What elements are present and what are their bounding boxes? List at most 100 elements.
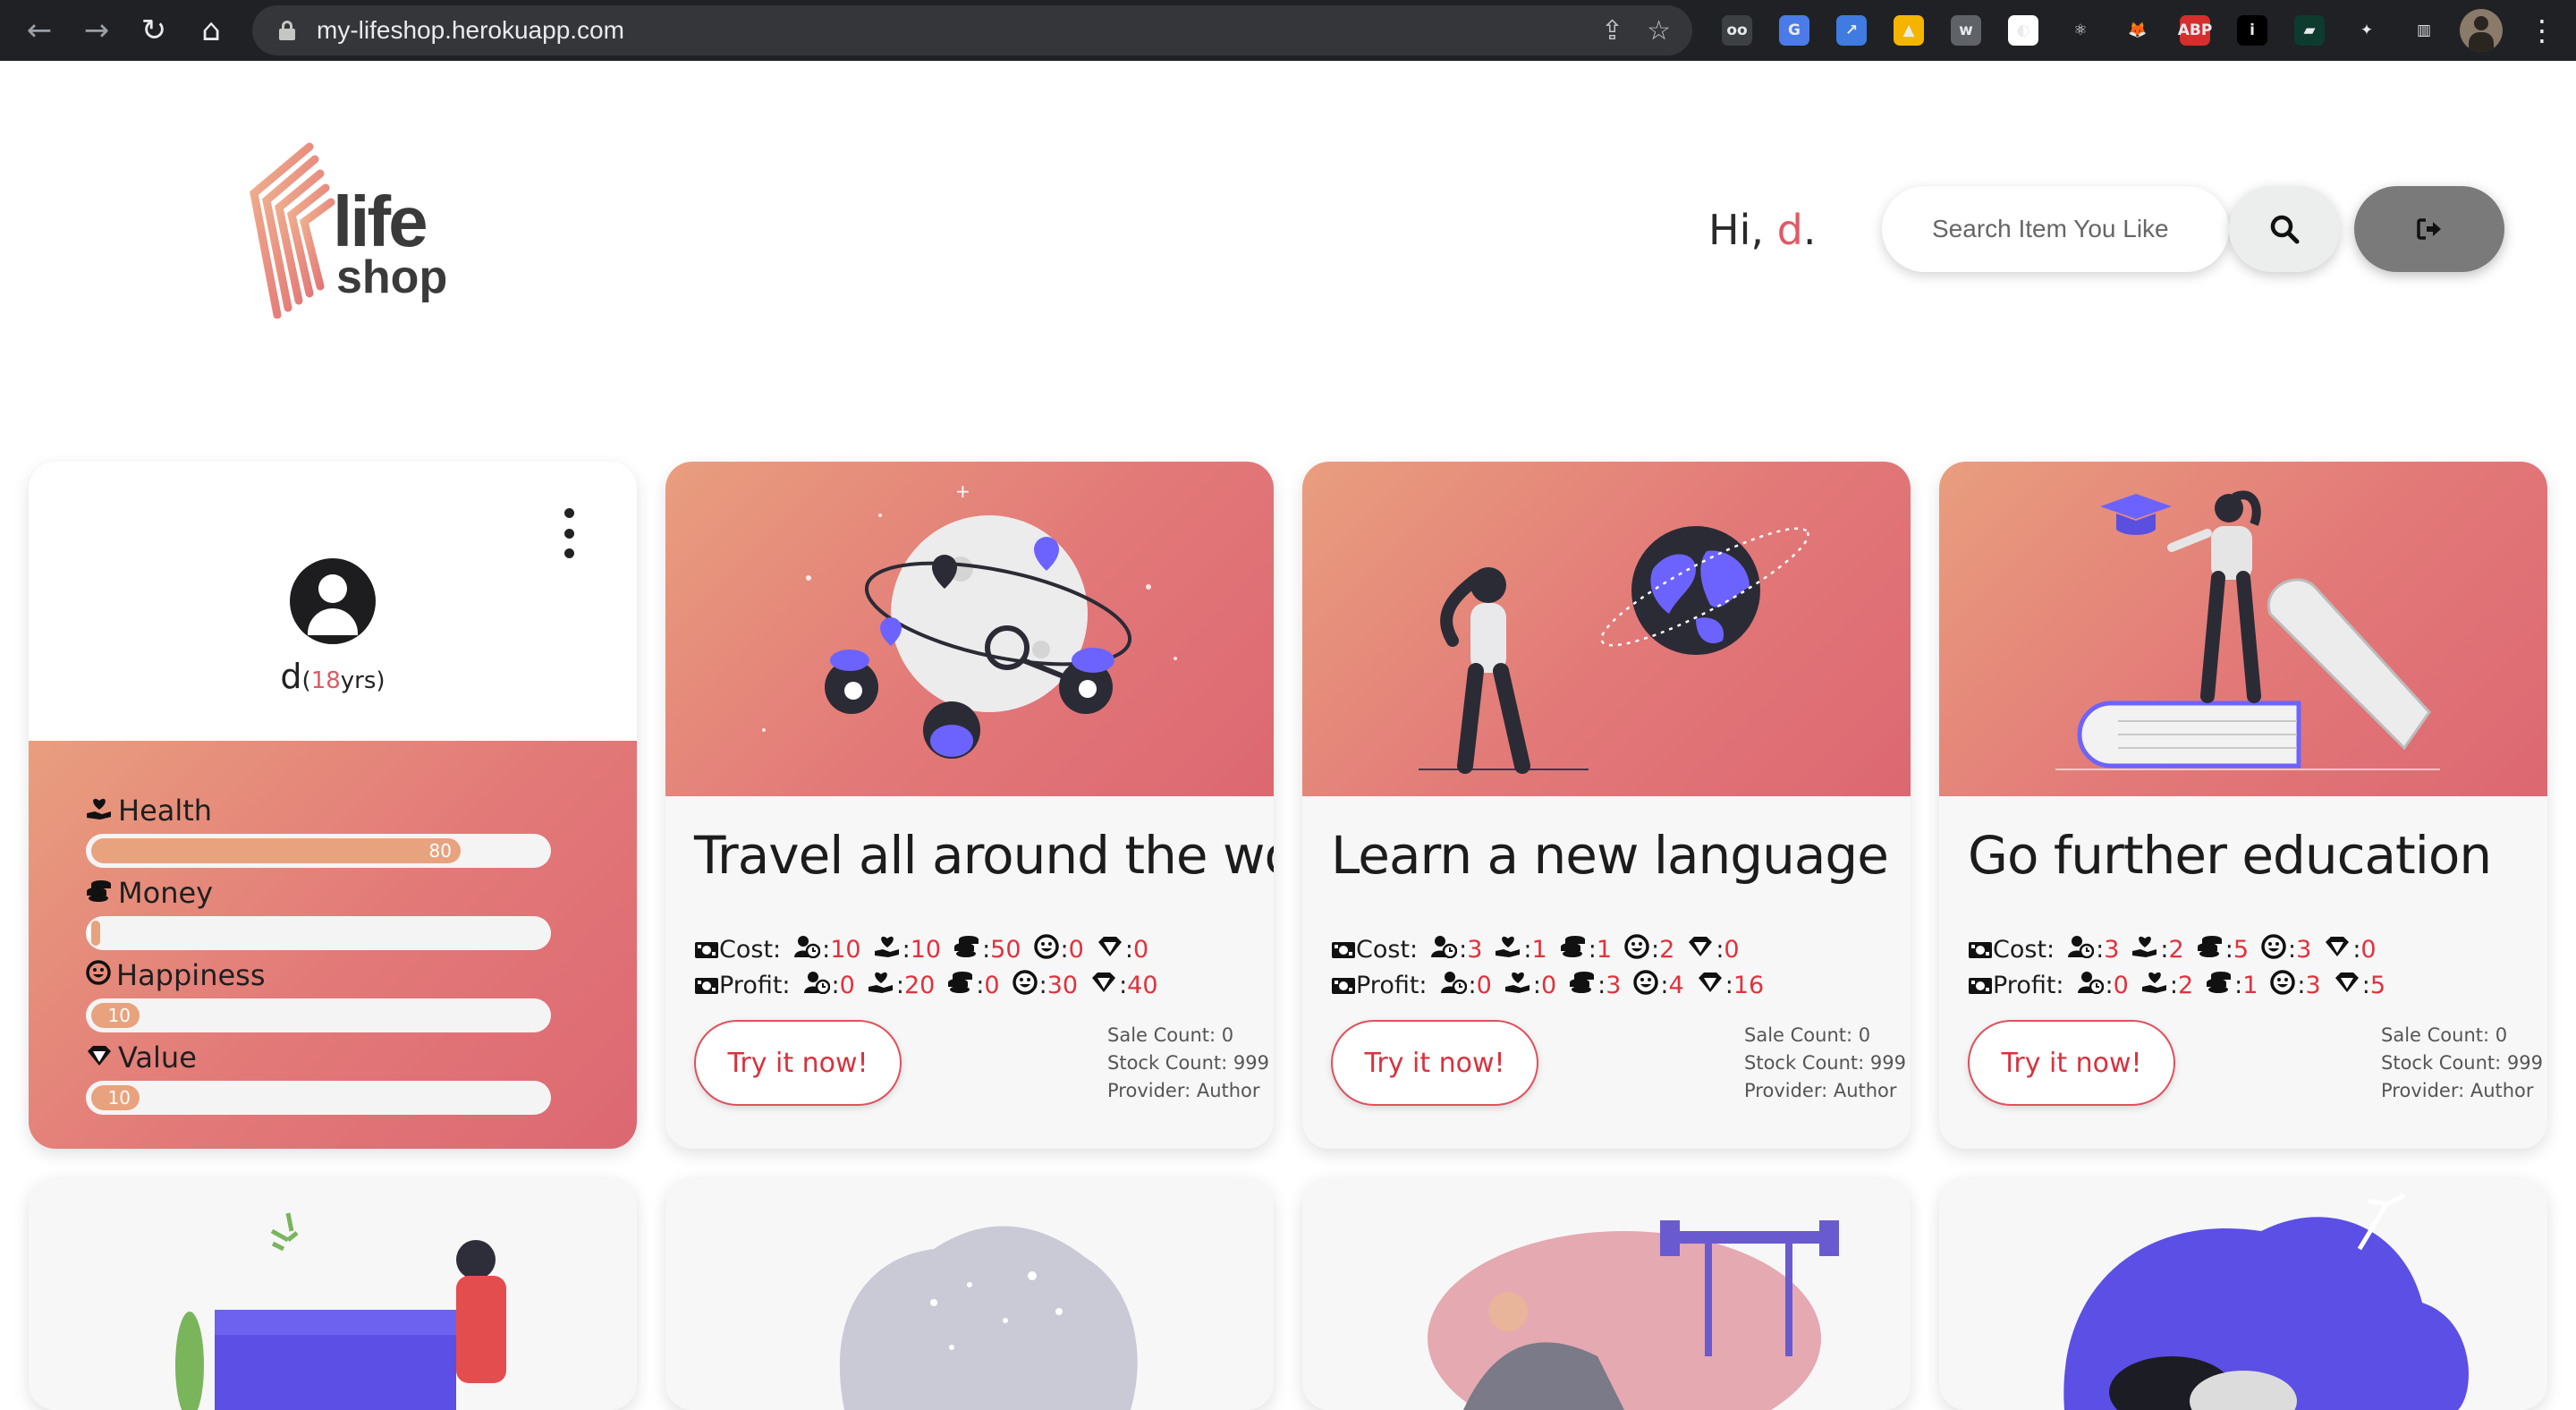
circle-ext-icon[interactable]: ◐ [2002,9,2045,52]
info-ext-icon-glyph: i [2237,15,2267,46]
stock-count: Stock Count: 999 [1107,1052,1269,1074]
adblock-ext-icon[interactable]: ABP [2174,9,2216,52]
time-icon [2067,935,2095,964]
share-icon[interactable]: ⇪ [1601,15,1623,47]
react-ext-icon[interactable]: ⚛ [2059,9,2102,52]
stat-group: :10 [793,935,861,964]
drive-ext-icon[interactable]: ▲ [1887,9,1930,52]
stat-group: :2 [2131,935,2184,964]
value-icon [86,1041,113,1074]
screen-ext-icon-glyph: ▰ [2294,15,2325,46]
item-card[interactable]: Go further education Cost::3:2:5:3:0 Profi… [1939,462,2547,1149]
drive-ext-icon-glyph: ▲ [1894,15,1924,46]
stock-count: Stock Count: 999 [1744,1052,1906,1074]
happiness-icon [1624,934,1649,965]
stat-group: :1 [2206,971,2258,1000]
time-icon [803,971,830,1000]
stat-colon: : [2169,972,2178,999]
translate-ext-icon[interactable]: G [1773,9,1816,52]
puzzle-ext-icon-glyph: ✦ [2351,15,2382,46]
stat-number: 4 [1668,972,1684,999]
stat-bar: 10 [86,1081,551,1115]
health-icon [86,794,113,828]
item-card-partial[interactable] [1939,1177,2547,1410]
item-card[interactable]: +Travel all around the worldCost::10:10:… [665,462,1274,1149]
stat-label: Value [86,1041,551,1074]
stat-group: :3 [1569,971,1621,1000]
try-it-now-button[interactable]: Try it now! [694,1020,902,1106]
stat-colon: : [2288,936,2297,964]
browser-menu-icon[interactable]: ⋮ [2524,9,2560,52]
provider: Provider: Author [1744,1080,1897,1101]
stat-number: 3 [1467,936,1483,964]
extensions-bar: oo G ↗ ▲ w ◐ ⚛ 🦊 ABP i ▰ ✦ ▥ [1716,9,2445,52]
health-icon [874,935,901,964]
search-button[interactable] [2229,186,2340,272]
incognito-ext-icon-glyph: oo [1722,15,1752,46]
stat-number: 0 [2360,936,2377,964]
profile-username: d [280,657,302,696]
health-icon [1504,971,1531,1000]
search-icon [2270,215,2300,244]
try-it-now-button[interactable]: Try it now! [1968,1020,2175,1106]
logo-word-life: life [333,182,428,261]
greeting: Hi, d. [1708,206,1816,254]
lock-icon[interactable] [279,21,295,40]
address-bar[interactable]: my-lifeshop.herokuapp.com ⇪ ☆ [252,5,1692,55]
stat-number: 1 [2242,972,2258,999]
incognito-ext-icon[interactable]: oo [1716,9,1758,52]
stat-colon: : [1468,972,1477,999]
cost-line: Cost::3:2:5:3:0 [1968,934,2389,965]
puzzle-ext-icon[interactable]: ✦ [2345,9,2388,52]
happiness-icon [1033,934,1059,965]
stat-colon: : [2105,972,2114,999]
search-input[interactable] [1882,186,2229,272]
w-ext-icon[interactable]: w [1945,9,1987,52]
time-icon [2077,971,2104,1000]
profile-avatar-icon[interactable] [2460,9,2503,52]
stat-number: 30 [1046,972,1079,999]
home-icon[interactable]: ⌂ [186,5,236,55]
item-card-partial[interactable] [665,1177,1274,1410]
screen-ext-icon[interactable]: ▰ [2288,9,2331,52]
resize-ext-icon[interactable]: ↗ [1830,9,1873,52]
react-ext-icon-glyph: ⚛ [2065,15,2096,46]
forward-icon[interactable]: → [72,5,122,55]
value-icon [1687,935,1714,964]
logout-button[interactable] [2354,186,2504,272]
try-it-now-button[interactable]: Try it now! [1331,1020,1538,1106]
stat-colon: : [895,972,904,999]
stat-group: :1 [1495,935,1547,964]
cost-line: Cost::10:10:50:0:0 [694,934,1161,965]
fox-ext-icon[interactable]: 🦊 [2116,9,2159,52]
stat-colon: : [1459,936,1468,964]
logo-text[interactable]: life shop [333,182,447,302]
sidebar-ext-icon[interactable]: ▥ [2402,9,2445,52]
stat-colon: : [976,972,985,999]
profit-line: Profit::0:0:3:4:16 [1331,970,1776,1001]
money-icon [953,935,980,964]
bill-icon [1332,941,1355,958]
info-ext-icon[interactable]: i [2231,9,2274,52]
item-card[interactable]: Learn a new language Cost::3:1:1:2:0 Profi… [1302,462,1911,1149]
stat-value: 10 [107,1005,131,1026]
reload-icon[interactable]: ↻ [129,5,179,55]
stat-group: :0 [803,971,855,1000]
stat-value: 80 [428,840,452,862]
back-icon[interactable]: ← [14,5,64,55]
more-options-icon[interactable] [558,508,580,558]
stat-colon: : [1060,936,1069,964]
item-card-partial[interactable] [1302,1177,1911,1410]
profile-stats: Health 80 Money 0 Happiness 10 Value 10 [29,741,637,1149]
item-card-partial[interactable] [29,1177,637,1410]
snow-illustration [839,1226,1138,1410]
stat-colon: : [1597,972,1606,999]
health-icon [2141,971,2168,1000]
profile-age-unit: yrs) [340,667,386,694]
sale-count: Sale Count: 0 [1744,1024,1871,1046]
money-icon [2197,935,2224,964]
bookmark-star-icon[interactable]: ☆ [1647,15,1671,47]
greeting-username: d [1776,206,1803,254]
address-url[interactable]: my-lifeshop.herokuapp.com [317,16,624,45]
stat-group: :3 [2261,934,2311,965]
